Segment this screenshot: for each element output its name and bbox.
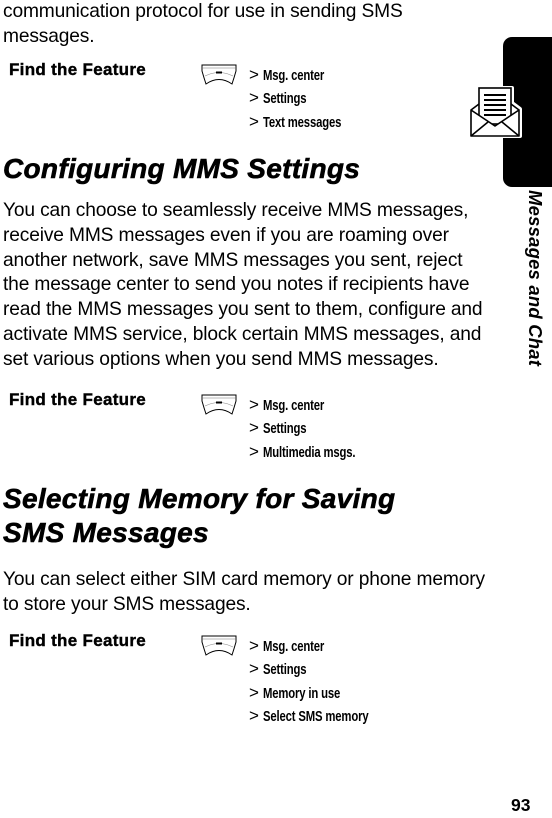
section-heading-memory: Selecting Memory for Saving SMS Messages: [3, 482, 396, 550]
path-separator: >: [249, 636, 259, 655]
menu-path-item: > Settings: [249, 86, 363, 109]
envelope-letter-icon: [468, 86, 522, 138]
path-label: Multimedia msgs.: [263, 444, 356, 461]
path-separator: >: [249, 441, 259, 461]
menu-path-item: > Settings: [249, 416, 381, 439]
path-separator: >: [249, 65, 259, 84]
menu-path-item: > Memory in use: [249, 681, 398, 704]
find-feature-label: Find the Feature: [9, 631, 147, 650]
menu-path-item: > Multimedia msgs.: [249, 440, 381, 463]
menu-path-item: > Settings: [249, 657, 398, 680]
path-separator: >: [249, 88, 259, 108]
path-label: Memory in use: [263, 685, 341, 702]
section-heading-mms: Configuring MMS Settings: [3, 153, 361, 185]
menu-key-icon: [201, 394, 237, 415]
path-separator: >: [249, 395, 259, 414]
path-label: Text messages: [263, 114, 342, 131]
path-separator: >: [249, 418, 259, 438]
heading-line: SMS Messages: [3, 517, 209, 549]
menu-path-item: > Msg. center: [249, 393, 381, 416]
menu-path-item: > Msg. center: [249, 63, 363, 86]
path-label: Msg. center: [263, 398, 325, 414]
path-separator: >: [249, 659, 259, 679]
menu-key-icon: [201, 635, 237, 656]
menu-path-item: > Select SMS memory: [249, 704, 398, 727]
find-feature-label: Find the Feature: [9, 390, 147, 409]
path-separator: >: [249, 682, 259, 702]
menu-path: > Msg. center > Settings > Multimedia msgs.: [249, 393, 381, 463]
memory-paragraph: You can select either SIM card memory or…: [3, 569, 485, 615]
path-label: Settings: [263, 662, 307, 679]
menu-path: > Msg. center > Settings > Memory in use > S…: [249, 634, 398, 727]
path-label: Settings: [263, 91, 307, 108]
path-label: Msg. center: [263, 639, 325, 655]
page-number: 93: [511, 795, 531, 815]
chapter-title: Messages and Chat: [525, 190, 546, 367]
heading-line: Selecting Memory for Saving: [3, 483, 396, 515]
find-feature-label: Find the Feature: [9, 60, 147, 79]
path-label: Msg. center: [263, 68, 325, 84]
path-separator: >: [249, 705, 259, 725]
path-label: Select SMS memory: [263, 708, 369, 725]
menu-key-icon: [201, 64, 237, 85]
menu-path: > Msg. center > Settings > Text messages: [249, 63, 363, 133]
menu-path-item: > Msg. center: [249, 634, 398, 657]
path-label: Settings: [263, 421, 307, 438]
mms-paragraph: You can choose to seamlessly receive MMS…: [3, 200, 483, 370]
intro-paragraph: communication protocol for use in sendin…: [3, 1, 403, 47]
path-separator: >: [249, 111, 259, 131]
menu-path-item: > Text messages: [249, 110, 363, 133]
